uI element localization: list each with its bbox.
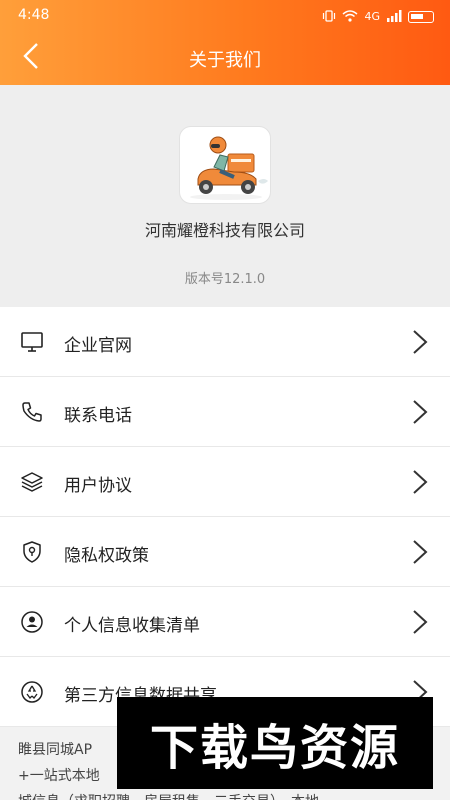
phone-icon bbox=[22, 402, 42, 422]
signal-icon bbox=[386, 7, 402, 26]
menu-item-label: 用户协议 bbox=[64, 476, 132, 496]
menu-item-website[interactable]: 企业官网 bbox=[0, 307, 450, 377]
company-name: 河南耀橙科技有限公司 bbox=[144, 221, 305, 240]
chevron-right-icon bbox=[413, 330, 428, 354]
settings-menu: 企业官网 联系电话 用户协议 隐私权政策 个人信息收集清单 第三方信息数据共享 bbox=[0, 307, 450, 727]
monitor-icon bbox=[21, 332, 43, 352]
menu-item-label: 隐私权政策 bbox=[64, 546, 149, 566]
shield-icon bbox=[23, 541, 41, 563]
menu-item-privacy-policy[interactable]: 隐私权政策 bbox=[0, 517, 450, 587]
app-logo bbox=[179, 126, 271, 204]
layers-icon bbox=[21, 472, 43, 492]
menu-item-label: 企业官网 bbox=[64, 336, 132, 356]
menu-item-user-agreement[interactable]: 用户协议 bbox=[0, 447, 450, 517]
chevron-right-icon bbox=[413, 400, 428, 424]
battery-icon bbox=[408, 10, 434, 23]
status-time: 4:48 bbox=[18, 7, 50, 23]
menu-item-label: 联系电话 bbox=[64, 406, 132, 426]
version-label: 版本号12.1.0 bbox=[184, 272, 266, 287]
status-icons: 4G bbox=[322, 7, 434, 26]
chevron-right-icon bbox=[413, 540, 428, 564]
menu-item-label: 个人信息收集清单 bbox=[64, 616, 200, 636]
menu-item-phone[interactable]: 联系电话 bbox=[0, 377, 450, 447]
chevron-right-icon bbox=[413, 610, 428, 634]
network-type-label: 4G bbox=[364, 10, 380, 23]
watermark-banner: 下载鸟资源 bbox=[117, 697, 433, 789]
wifi-icon bbox=[342, 7, 358, 26]
menu-item-personal-info-list[interactable]: 个人信息收集清单 bbox=[0, 587, 450, 657]
user-circle-icon bbox=[21, 611, 43, 633]
status-bar: 4:48 4G bbox=[0, 0, 450, 30]
vibrate-icon bbox=[322, 7, 336, 26]
description-line: 城信息（求职招聘、房屋租售、二手交易），本地 bbox=[18, 789, 432, 800]
chevron-right-icon bbox=[413, 470, 428, 494]
header: 4:48 4G 关于我们 bbox=[0, 0, 450, 85]
about-section: 河南耀橙科技有限公司 版本号12.1.0 bbox=[0, 85, 450, 307]
page-title: 关于我们 bbox=[189, 50, 261, 71]
recycle-icon bbox=[21, 681, 43, 703]
